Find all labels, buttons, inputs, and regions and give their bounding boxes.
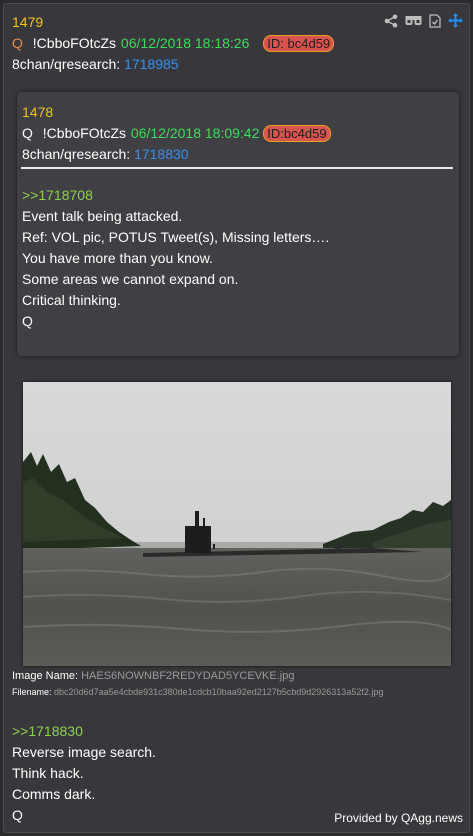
author-name: Q [12, 35, 23, 51]
filename-row: Filename: dbc20d6d7aa5e4cbde931c380de1cd… [12, 687, 383, 698]
body-signature: Q [12, 807, 23, 823]
post-toolbar [384, 13, 463, 28]
reply-link[interactable]: >>1718830 [12, 723, 83, 740]
quoted-author-line: Q !CbboFOtcZs 06/12/2018 18:09:42 ID:bc4… [22, 125, 331, 142]
tripcode: !CbboFOtcZs [32, 35, 117, 51]
post-date: 06/12/2018 18:18:26 [120, 35, 250, 51]
quoted-reply-link[interactable]: >>1718708 [22, 187, 93, 204]
share-icon[interactable] [384, 14, 398, 28]
board-label: 8chan/qresearch: [12, 56, 121, 72]
quoted-author-name: Q [22, 125, 33, 141]
quoted-post: 1478 Q !CbboFOtcZs 06/12/2018 18:09:42 I… [17, 92, 459, 356]
quoted-line: Some areas we cannot expand on. [22, 271, 239, 287]
move-icon[interactable] [448, 13, 463, 28]
body-line: Reverse image search. [12, 744, 156, 760]
post-source: 8chan/qresearch: 1718985 [12, 56, 179, 73]
filename-value[interactable]: dbc20d6d7aa5e4cbde931c380de1cdcb10baa92e… [54, 687, 383, 697]
image-name-value[interactable]: HAES6NOWNBF2REDYDAD5YCEVKE.jpg [81, 670, 294, 682]
quoted-divider [21, 167, 453, 169]
quoted-id-badge[interactable]: ID:bc4d59 [263, 125, 331, 142]
quoted-line: Ref: VOL pic, POTUS Tweet(s), Missing le… [22, 229, 330, 245]
id-badge[interactable]: ID: bc4d59 [263, 35, 335, 52]
post-author-line: Q !CbboFOtcZs 06/12/2018 18:18:26 ID: bc… [12, 35, 335, 52]
quoted-board-label: 8chan/qresearch: [22, 146, 131, 162]
image-name-row: Image Name: HAES6NOWNBF2REDYDAD5YCEVKE.j… [12, 669, 294, 683]
thread-link[interactable]: 1718985 [124, 56, 179, 72]
quoted-line: Critical thinking. [22, 292, 121, 308]
quoted-signature: Q [22, 313, 33, 329]
image-name-label: Image Name: [12, 670, 79, 682]
glasses-icon[interactable] [405, 15, 422, 27]
quoted-line: Event talk being attacked. [22, 208, 183, 224]
credit-text: Provided by QAgg.news [334, 811, 463, 825]
quoted-line: You have more than you know. [22, 250, 213, 266]
filename-label: Filename: [12, 687, 52, 697]
submarine-photo [23, 382, 451, 666]
body-line: Comms dark. [12, 786, 96, 802]
quoted-thread-link[interactable]: 1718830 [134, 146, 189, 162]
body-line: Think hack. [12, 765, 84, 781]
quoted-source: 8chan/qresearch: 1718830 [22, 146, 189, 163]
post-card: 1479 Q !CbboFOtcZs 06/12/2018 18:18:26 I… [3, 3, 470, 833]
document-icon[interactable] [429, 13, 441, 28]
post-number[interactable]: 1479 [12, 14, 43, 31]
post-image[interactable] [23, 382, 451, 666]
quoted-tripcode: !CbboFOtcZs [42, 125, 127, 141]
quoted-date: 06/12/2018 18:09:42 [130, 125, 260, 141]
quoted-post-number[interactable]: 1478 [22, 104, 53, 121]
